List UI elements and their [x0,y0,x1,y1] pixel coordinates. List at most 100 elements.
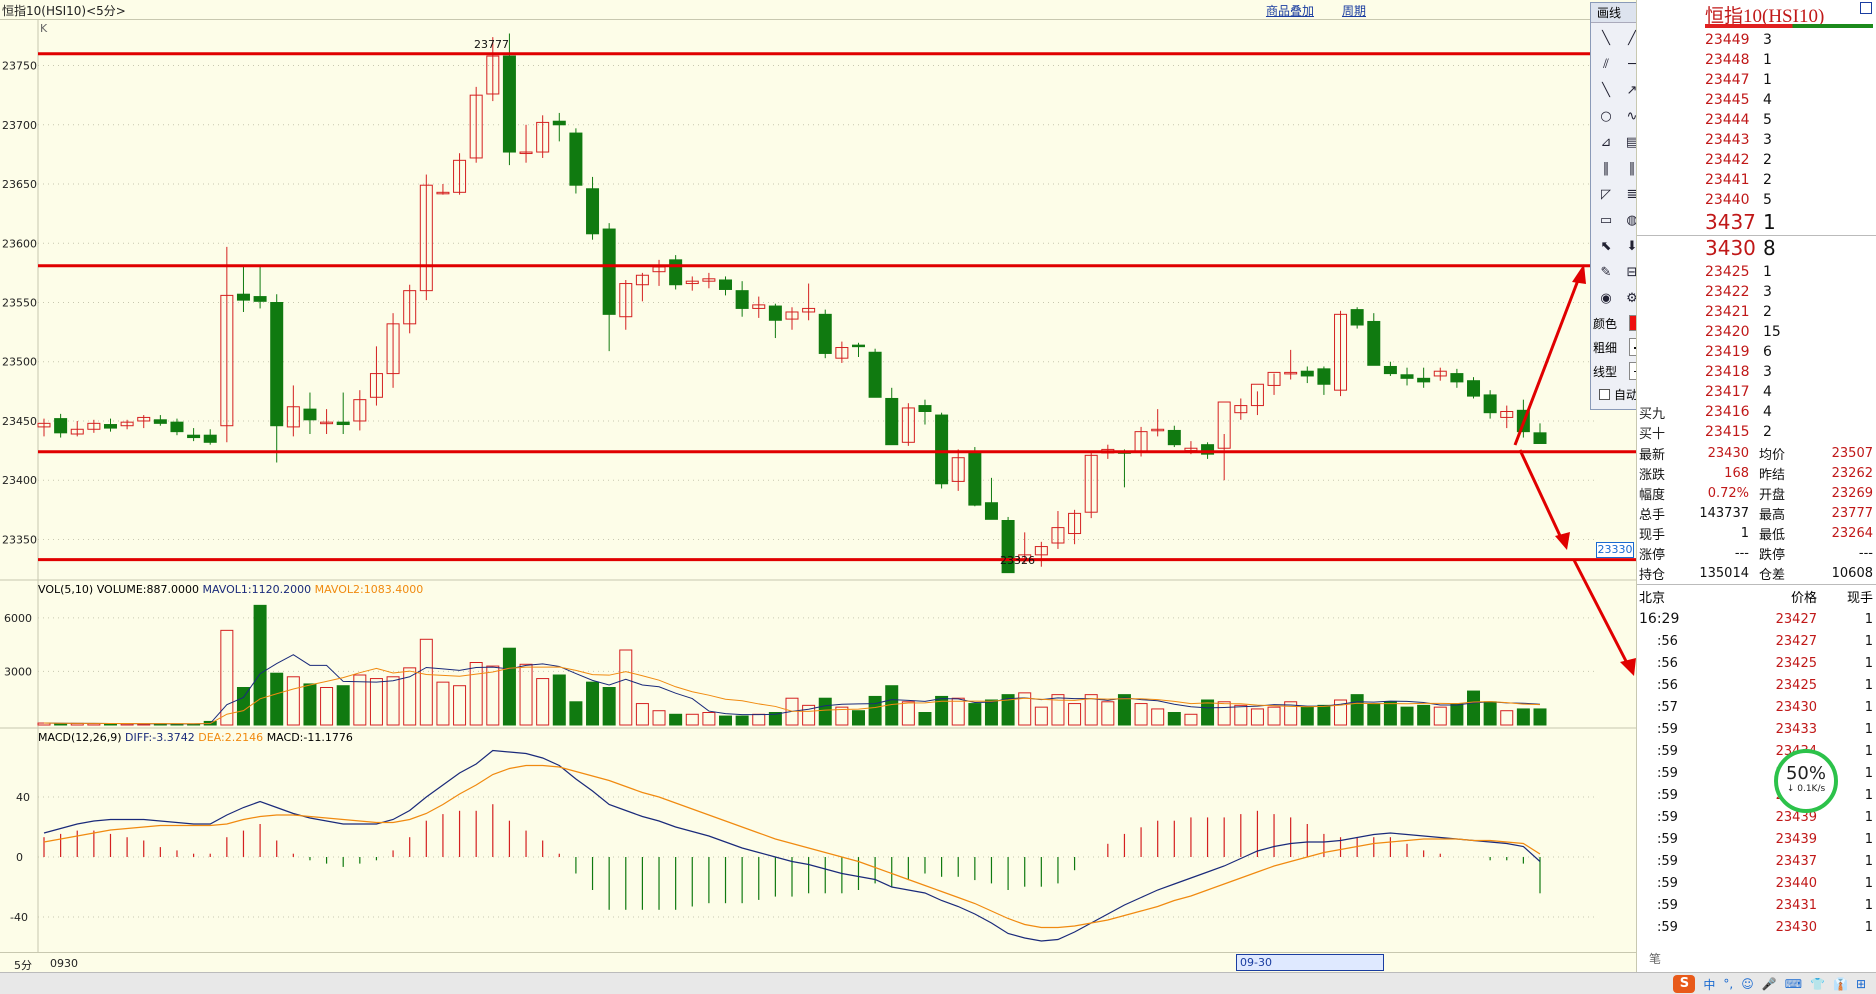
status-bar: S 中 °, ☺ 🎤 ⌨ 👕 👔 ⊞ [0,972,1876,994]
order-book-row: 3430 8 [1639,236,1803,260]
order-volume: 2 [1763,172,1772,188]
tick-row: :57 23430 1 [1637,696,1876,718]
dea-line [43,764,1541,929]
overlay-link[interactable]: 商品叠加 [1266,2,1314,19]
macd-tick-label: 40 [16,791,30,804]
ime-tool-icon[interactable]: ⊞ [1856,977,1866,991]
volume-bar [1417,704,1431,726]
ime-tool-icon[interactable]: 👔 [1833,977,1848,991]
order-price: 23418 [1705,364,1750,380]
draw-tool-icon[interactable]: ◸ [1593,181,1619,207]
candle-body [203,434,217,443]
ime-tool-icon[interactable]: 🎤 [1762,977,1777,991]
macd-tick-label: -40 [10,911,28,924]
tick-row: :59 23439 1 [1637,828,1876,850]
candle-body [1383,365,1397,375]
stat-value: 23269 [1831,485,1873,501]
volume-bar [1051,694,1065,726]
volume-bar [968,703,982,726]
stat-label: 涨停 [1639,547,1666,563]
tick-price: 23427 [1775,633,1817,649]
order-volume: 2 [1763,152,1772,168]
candle-body [586,188,600,235]
order-book-row: 买十 23415 2 [1639,422,1803,442]
draw-tool-icon[interactable]: ⊿ [1593,129,1619,155]
draw-tool-icon[interactable]: ○ [1593,103,1619,129]
order-book-row: 23421 2 [1639,302,1803,322]
tick-row: :59 23433 1 [1637,718,1876,740]
network-speed-widget[interactable]: 50% ↓ 0.1K/s [1774,749,1838,813]
candle-body [236,293,250,301]
stat-label: 开盘 [1759,487,1786,503]
tick-time: :59 [1657,809,1678,825]
volume-bar [1101,701,1115,726]
volume-bar [502,647,516,726]
stat-label: 总手 [1639,507,1666,523]
order-volume: 4 [1763,404,1772,420]
order-volume: 3 [1763,132,1772,148]
price-tick-label: 23500 [2,356,37,369]
ime-tool-icon[interactable]: 👕 [1810,977,1825,991]
checkbox-box[interactable] [1599,388,1610,400]
volume-bar [486,665,500,726]
speed-rate: ↓ 0.1K/s [1786,784,1826,794]
draw-tool-icon[interactable]: ⫽ [1593,51,1619,77]
price-tick-label: 23700 [2,119,37,132]
draw-tool-icon[interactable]: ╲ [1593,25,1619,51]
draw-tool-icon[interactable]: ◉ [1593,285,1619,311]
order-book-row: 23417 4 [1639,382,1803,402]
volume-bar [1034,706,1048,726]
period-link[interactable]: 周期 [1342,2,1366,19]
vol-mavol1: MAVOL1:1120.2000 [202,583,312,596]
order-price: 23425 [1705,264,1750,280]
tick-row: :59234371 [1637,784,1876,806]
volume-bar [536,678,550,726]
stat-value: 23507 [1831,445,1873,461]
ime-tool-icon[interactable]: ☺ [1741,977,1754,991]
volume-bar [1184,713,1198,726]
volume-bar [951,697,965,726]
price-tick-label: 23400 [2,474,37,487]
draw-tool-icon[interactable]: ▭ [1593,207,1619,233]
volume-bar [220,629,234,726]
ticks-header-price: 价格 [1790,590,1817,606]
tick-price: 23433 [1775,721,1817,737]
tick-time: :59 [1657,853,1678,869]
price-tick-label: 23750 [2,60,37,73]
title-bar: 恒指10(HSI10)<5分> 商品叠加 周期 [0,0,1636,20]
candle-body [103,424,117,429]
tick-qty: 1 [1864,611,1873,627]
tick-time: :59 [1657,875,1678,891]
volume-bar [901,701,915,726]
order-volume: 15 [1763,324,1781,340]
ime-tool-icon[interactable]: ⌨ [1785,977,1802,991]
candle-body [768,305,782,321]
candle-body [885,397,899,446]
tick-qty: 1 [1864,831,1873,847]
draw-tool-icon[interactable]: ╲ [1593,77,1619,103]
tick-time: :56 [1657,655,1678,671]
candle-body [552,120,566,126]
volume-bar [1533,708,1547,726]
candle-body [1300,370,1314,377]
tick-qty: 1 [1864,919,1873,935]
draw-tool-icon[interactable]: ⬉ [1593,233,1619,259]
ime-tool-icon[interactable]: °, [1723,977,1733,991]
order-price: 23445 [1705,92,1750,108]
draw-tool-icon[interactable]: ✎ [1593,259,1619,285]
order-book-row: 23418 3 [1639,362,1803,382]
tick-row: :56 23425 1 [1637,652,1876,674]
draw-tool-icon[interactable]: ‖ [1593,155,1619,181]
window-icon[interactable] [1860,2,1872,14]
ime-logo-icon[interactable]: S [1673,975,1696,993]
order-volume: 1 [1763,52,1772,68]
volume-bar [702,712,716,726]
volume-bar [386,676,400,726]
volume-bar [303,683,317,726]
price-tick-label: 23550 [2,297,37,310]
tick-time: :56 [1657,633,1678,649]
ime-tool-icon[interactable]: 中 [1703,976,1715,993]
volume-bar [1433,706,1447,726]
volume-tick-label: 3000 [4,665,32,678]
tick-row: :56 23425 1 [1637,674,1876,696]
